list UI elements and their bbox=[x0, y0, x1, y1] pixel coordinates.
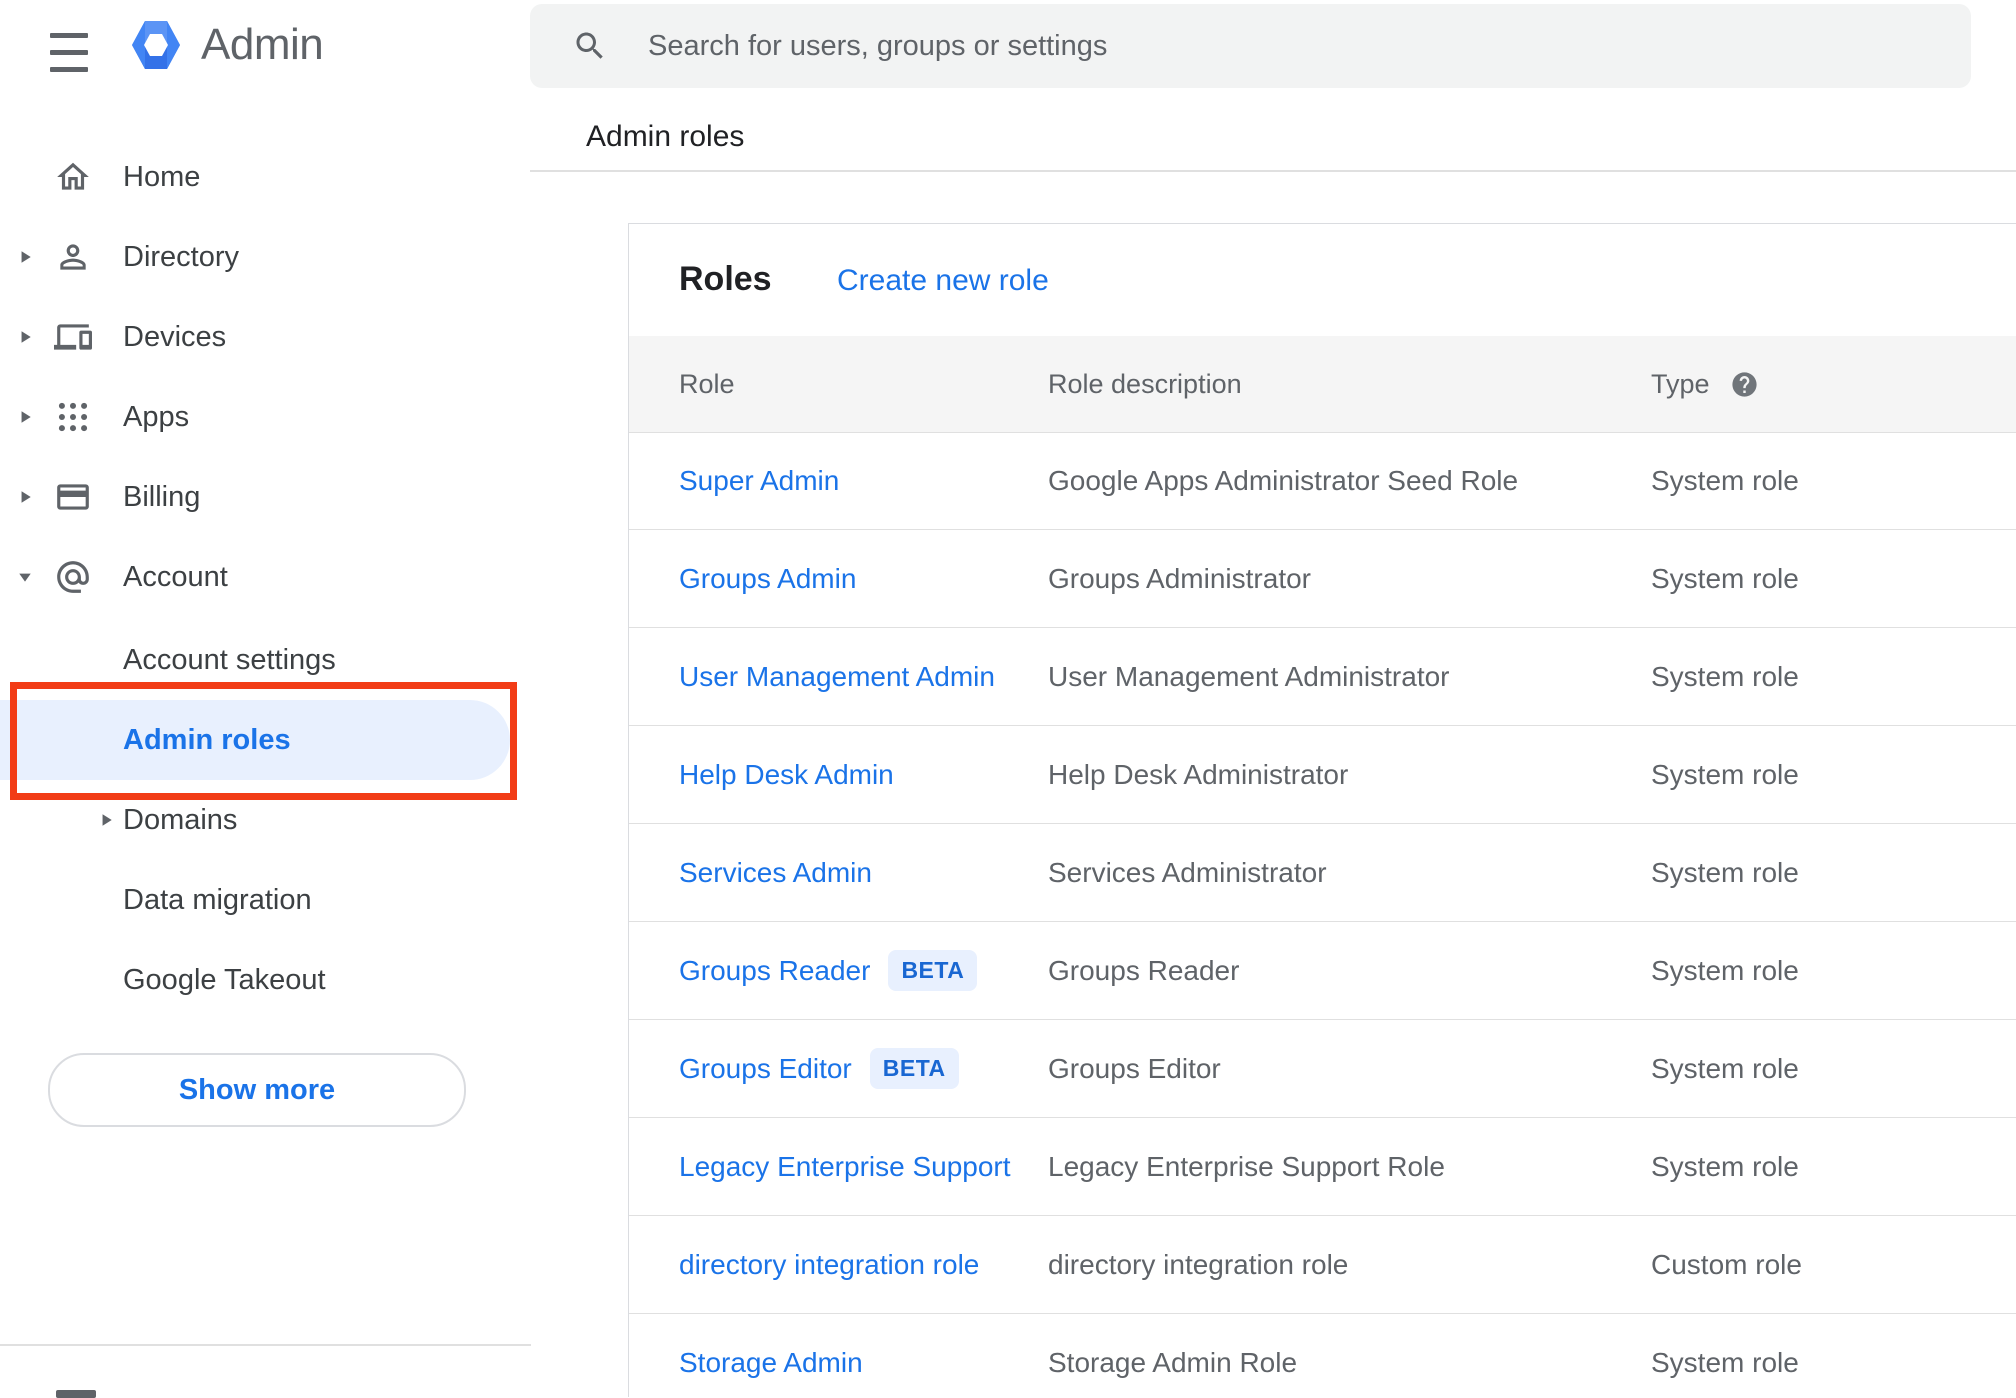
role-link[interactable]: Storage Admin bbox=[679, 1347, 863, 1379]
sidebar-item-admin-roles[interactable]: Admin roles bbox=[0, 700, 531, 780]
sidebar-item-domains[interactable]: Domains bbox=[0, 780, 531, 860]
role-type: System role bbox=[1651, 758, 1799, 790]
beta-badge: BETA bbox=[888, 950, 978, 991]
role-link[interactable]: Help Desk Admin bbox=[679, 759, 894, 791]
sidebar-item-devices[interactable]: Devices bbox=[0, 297, 531, 377]
role-description: User Management Administrator bbox=[1048, 660, 1450, 692]
role-type: System role bbox=[1651, 660, 1799, 692]
credit-card-icon bbox=[54, 478, 92, 516]
role-link[interactable]: Groups Reader bbox=[679, 955, 870, 987]
role-description: Legacy Enterprise Support Role bbox=[1048, 1150, 1445, 1182]
help-icon[interactable] bbox=[1730, 370, 1759, 399]
table-header-row: Role Role description Type bbox=[629, 336, 2016, 433]
search-bar[interactable] bbox=[530, 4, 1971, 88]
at-sign-icon bbox=[54, 558, 92, 596]
sidebar-divider bbox=[0, 1344, 531, 1346]
role-description: Services Administrator bbox=[1048, 856, 1327, 888]
column-header-description: Role description bbox=[1048, 368, 1242, 399]
hamburger-menu-icon[interactable] bbox=[50, 33, 88, 75]
column-header-role: Role bbox=[679, 368, 735, 399]
clipped-bottom-icon bbox=[56, 1390, 96, 1398]
table-row: Storage Admin Storage Admin Role System … bbox=[629, 1314, 2016, 1397]
chevron-right-icon[interactable] bbox=[98, 812, 114, 828]
home-icon bbox=[54, 158, 92, 196]
sidebar-item-apps[interactable]: Apps bbox=[0, 377, 531, 457]
role-link[interactable]: Legacy Enterprise Support bbox=[679, 1151, 1011, 1183]
role-link[interactable]: Super Admin bbox=[679, 465, 839, 497]
sidebar-item-home[interactable]: Home bbox=[0, 137, 531, 217]
table-row: User Management Admin User Management Ad… bbox=[629, 628, 2016, 726]
table-row: Legacy Enterprise Support Legacy Enterpr… bbox=[629, 1118, 2016, 1216]
table-row: Help Desk Admin Help Desk Administrator … bbox=[629, 726, 2016, 824]
table-row: Services Admin Services Administrator Sy… bbox=[629, 824, 2016, 922]
devices-icon bbox=[54, 318, 92, 356]
chevron-right-icon[interactable] bbox=[17, 249, 33, 265]
role-type: System role bbox=[1651, 1052, 1799, 1084]
role-type: System role bbox=[1651, 464, 1799, 496]
sidebar-item-google-takeout[interactable]: Google Takeout bbox=[0, 940, 531, 1020]
sidebar-item-data-migration[interactable]: Data migration bbox=[0, 860, 531, 940]
table-row: Super Admin Google Apps Administrator Se… bbox=[629, 432, 2016, 530]
google-admin-logo bbox=[128, 16, 184, 79]
role-link[interactable]: directory integration role bbox=[679, 1249, 979, 1281]
role-type: System role bbox=[1651, 954, 1799, 986]
role-description: Help Desk Administrator bbox=[1048, 758, 1349, 790]
role-description: Groups Reader bbox=[1048, 954, 1240, 986]
role-link[interactable]: User Management Admin bbox=[679, 661, 995, 693]
search-input[interactable] bbox=[646, 28, 1850, 64]
logo-wordmark: Admin bbox=[201, 20, 324, 69]
role-description: Groups Administrator bbox=[1048, 562, 1311, 594]
column-header-type: Type bbox=[1651, 369, 1759, 400]
role-link[interactable]: Groups Admin bbox=[679, 563, 856, 595]
sidebar-item-billing[interactable]: Billing bbox=[0, 457, 531, 537]
person-icon bbox=[54, 238, 92, 276]
role-description: Storage Admin Role bbox=[1048, 1346, 1298, 1378]
role-type: System role bbox=[1651, 1150, 1799, 1182]
chevron-right-icon[interactable] bbox=[17, 489, 33, 505]
table-row: Groups Admin Groups Administrator System… bbox=[629, 530, 2016, 628]
sidebar-item-account[interactable]: Account bbox=[0, 537, 531, 617]
role-type: System role bbox=[1651, 562, 1799, 594]
role-link[interactable]: Groups Editor bbox=[679, 1053, 852, 1085]
search-icon bbox=[576, 32, 603, 59]
chevron-right-icon[interactable] bbox=[17, 409, 33, 425]
sidebar-item-account-settings[interactable]: Account settings bbox=[0, 620, 531, 700]
table-row: directory integration role directory int… bbox=[629, 1216, 2016, 1314]
roles-table-body: Super Admin Google Apps Administrator Se… bbox=[629, 432, 2016, 1397]
role-type: Custom role bbox=[1651, 1248, 1802, 1280]
header-divider bbox=[530, 170, 2016, 172]
role-description: directory integration role bbox=[1048, 1248, 1349, 1280]
show-more-button[interactable]: Show more bbox=[48, 1053, 466, 1127]
sidebar-item-directory[interactable]: Directory bbox=[0, 217, 531, 297]
create-new-role-link[interactable]: Create new role bbox=[837, 264, 1049, 298]
chevron-down-icon[interactable] bbox=[17, 569, 33, 585]
beta-badge: BETA bbox=[869, 1048, 959, 1089]
table-row: Groups Editor BETA Groups Editor System … bbox=[629, 1020, 2016, 1118]
roles-card: Roles Create new role Role Role descript… bbox=[628, 223, 2016, 1397]
breadcrumb: Admin roles bbox=[586, 120, 745, 153]
table-row: Groups Reader BETA Groups Reader System … bbox=[629, 922, 2016, 1020]
role-description: Google Apps Administrator Seed Role bbox=[1048, 464, 1519, 496]
role-type: System role bbox=[1651, 1346, 1799, 1378]
apps-grid-icon bbox=[54, 398, 92, 436]
card-title: Roles bbox=[679, 260, 772, 298]
chevron-right-icon[interactable] bbox=[17, 329, 33, 345]
role-type: System role bbox=[1651, 856, 1799, 888]
role-link[interactable]: Services Admin bbox=[679, 857, 872, 889]
role-description: Groups Editor bbox=[1048, 1052, 1221, 1084]
